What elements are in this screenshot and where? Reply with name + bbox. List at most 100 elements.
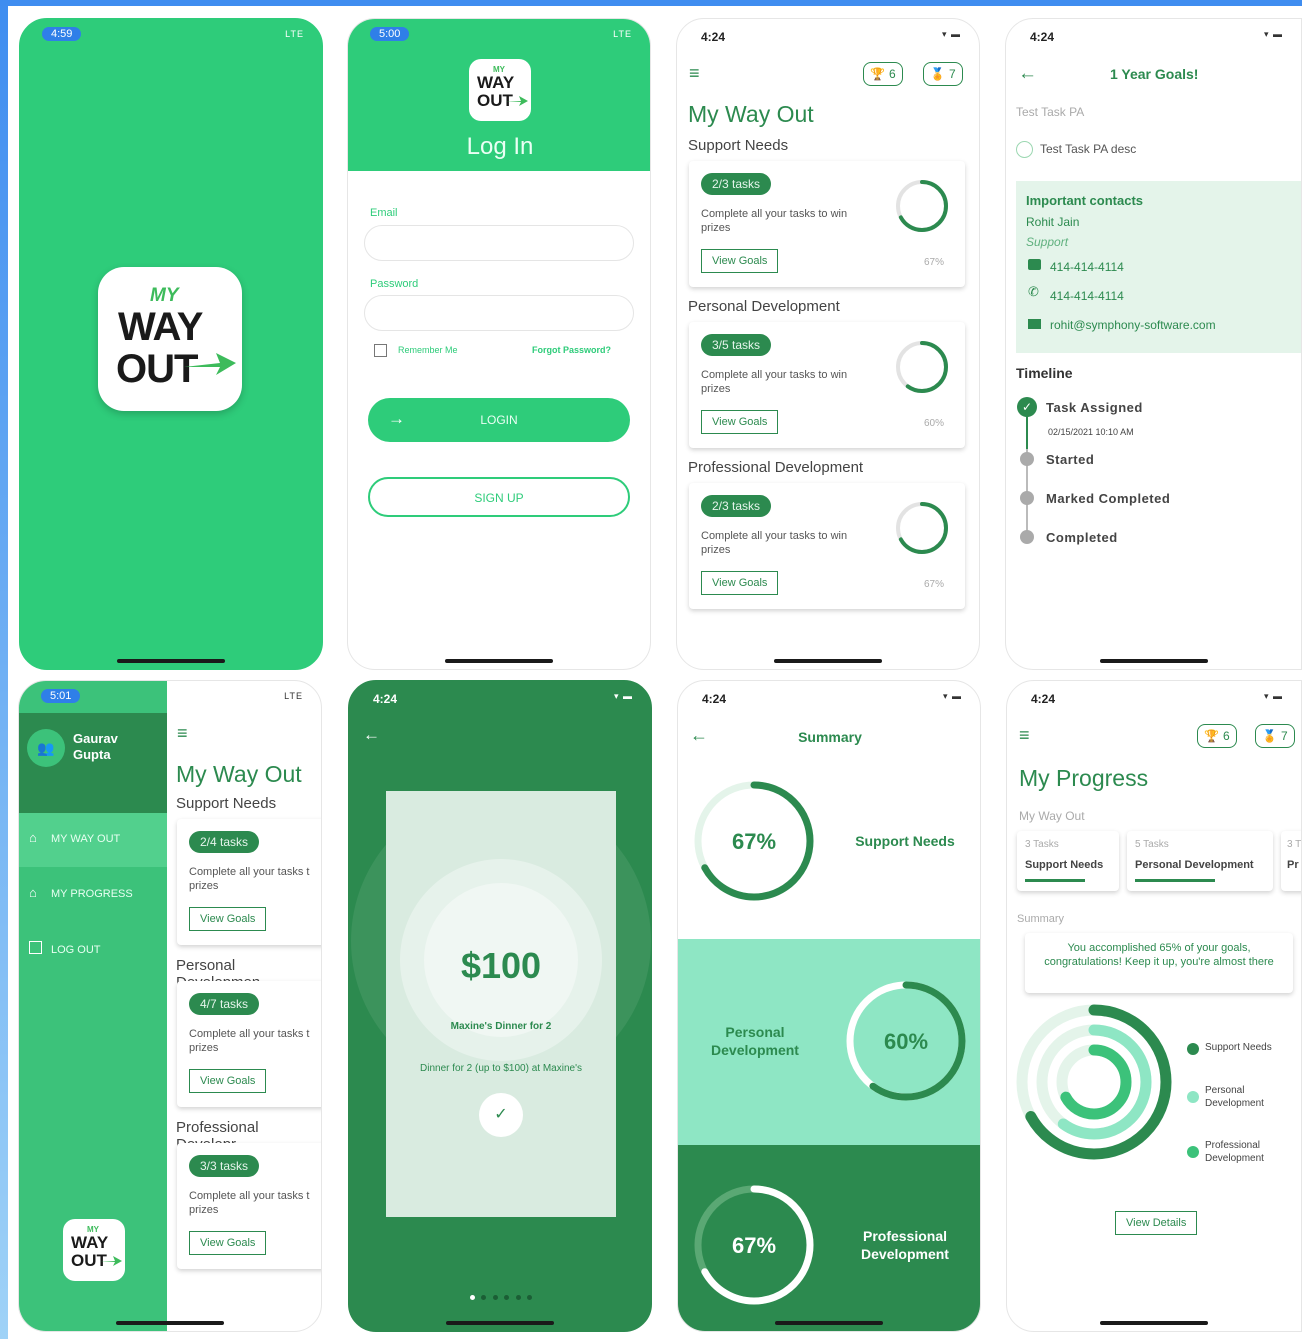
tab-progress-bar [1135,879,1215,882]
home-indicator [116,1321,224,1325]
app-logo: MY WAY OUT [98,267,242,411]
legend-label: Professional Development [1205,1140,1264,1164]
goal-card: 2/4 tasks Complete all your tasks t priz… [177,819,321,945]
drawer-screen: 5:01 LTE 👥 Gaurav Gupta ⌂ MY WAY OUT ⌂ M… [18,680,322,1332]
page-dot[interactable] [504,1295,510,1300]
page-dots [349,1287,651,1305]
page-title: 1 Year Goals! [1110,66,1199,82]
contact-email[interactable]: rohit@symphony-software.com [1050,318,1216,332]
goal-card: 3/5 tasks Complete all your tasks to win… [689,322,965,448]
splash-screen: 4:59 LTE MY WAY OUT [19,18,323,670]
password-label: Password [370,278,419,290]
timeline-title: Timeline [1016,365,1073,381]
status-icons: ▾ ▬ [1263,691,1283,701]
logo-text-way: WAY [71,1233,109,1252]
award-count: 7 [948,67,956,81]
view-details-button[interactable]: View Details [1115,1211,1198,1235]
progress-ring [896,502,948,554]
menu-item-my-way-out[interactable]: ⌂ MY WAY OUT [19,813,167,867]
view-goals-button[interactable]: View Goals [701,249,779,273]
section-title: Support Needs [176,795,277,812]
timeline-dot [1020,452,1034,466]
login-button[interactable]: → LOGIN [368,398,630,442]
award-icon: 🏅 [1262,729,1277,743]
progress-tab[interactable]: 3 Tasks Support Needs [1017,831,1119,891]
status-signal: LTE [613,29,632,39]
page-dot[interactable] [515,1295,521,1300]
forgot-password-link[interactable]: Forgot Password? [532,345,611,355]
page-dot[interactable] [469,1295,475,1300]
status-bar: 4:24 ▾ ▬ [678,681,980,713]
status-signal: LTE [285,29,304,39]
status-icons: ▾ ▬ [1263,29,1283,39]
award-icon: 🏅 [930,67,945,81]
back-arrow-icon[interactable]: ← [1018,63,1037,85]
reward-title: Maxine's Dinner for 2 [450,1021,552,1032]
menu-icon[interactable]: ≡ [1019,725,1030,746]
view-goals-button[interactable]: View Goals [189,1069,267,1093]
timeline-label: Marked Completed [1046,491,1171,506]
status-bar: 4:24 ▾ ▬ [677,19,979,51]
menu-icon[interactable]: ≡ [689,63,700,84]
award-badge[interactable]: 🏅 7 [923,62,963,86]
trophy-badge[interactable]: 🏆 6 [863,62,903,86]
avatar: 👥 [27,729,65,767]
view-goals-button[interactable]: View Goals [701,571,779,595]
summary-row: Personal Development 60% [678,939,980,1145]
status-time: 4:24 [1030,30,1055,44]
view-goals-button[interactable]: View Goals [701,410,779,434]
status-bar: 5:01 LTE [19,681,321,713]
login-title: Log In [466,133,534,160]
award-badge[interactable]: 🏅 7 [1255,724,1295,748]
status-time: 4:24 [1031,692,1056,706]
summary-row: 67% Professional Development [678,1145,980,1331]
tab-count: 3 T [1287,839,1302,850]
card-description: Complete all your tasks to win prizes [701,369,848,395]
claim-check-button[interactable]: ✓ [479,1093,523,1137]
contact-phone[interactable]: 414-414-4114 [1050,289,1124,303]
timeline-date: 02/15/2021 10:10 AM [1048,427,1134,437]
menu-icon[interactable]: ≡ [177,723,188,744]
page-dot[interactable] [527,1295,533,1300]
progress-percent: 67% [924,579,945,590]
menu-item-log-out[interactable]: LOG OUT [19,927,167,975]
progress-tab[interactable]: 3 T Pr [1281,831,1302,891]
trophy-icon: 🏆 [1204,729,1219,743]
tasks-chip: 3/5 tasks [701,334,772,356]
status-bar: 4:59 LTE [20,19,322,51]
trophy-count: 6 [888,67,896,81]
section-title: Support Needs [688,137,789,154]
task-radio[interactable] [1016,141,1033,158]
tasks-chip: 2/3 tasks [701,495,772,517]
signup-button[interactable]: SIGN UP [368,477,630,517]
remember-checkbox[interactable] [374,344,387,357]
page-dot[interactable] [492,1295,498,1300]
back-arrow-icon[interactable]: ← [363,725,380,745]
page-dot[interactable] [481,1295,487,1300]
tasks-chip: 4/7 tasks [189,993,260,1015]
card-description: Complete all your tasks to win prizes [701,530,848,556]
contact-sms[interactable]: 414-414-4114 [1050,260,1124,274]
summary-label: Personal Development [711,1024,799,1058]
card-description: Complete all your tasks t prizes [189,866,310,892]
progress-tab[interactable]: 5 Tasks Personal Development [1127,831,1273,891]
view-goals-button[interactable]: View Goals [189,1231,267,1255]
email-field[interactable] [364,225,634,261]
view-goals-button[interactable]: View Goals [189,907,267,931]
home-indicator [117,659,225,663]
trophy-badge[interactable]: 🏆 6 [1197,724,1237,748]
password-field[interactable] [364,295,634,331]
home-indicator [446,1321,554,1325]
logo-arrow-icon [506,96,528,106]
remember-label: Remember Me [398,345,458,355]
login-screen: 5:00 LTE MY WAY OUT Log In Email Passwor… [347,18,651,670]
summary-label: Summary [1017,913,1065,925]
trophy-count: 6 [1222,729,1230,743]
reward-description: Dinner for 2 (up to $100) at Maxine's [420,1063,582,1074]
status-bar: 5:00 LTE [348,19,650,51]
status-time: 5:00 [370,27,410,41]
menu-item-my-progress[interactable]: ⌂ MY PROGRESS [19,871,167,919]
status-time: 4:24 [702,692,727,706]
top-blue-strip [0,0,1302,6]
reward-card[interactable]: $100 Maxine's Dinner for 2 Dinner for 2 … [386,791,616,1217]
